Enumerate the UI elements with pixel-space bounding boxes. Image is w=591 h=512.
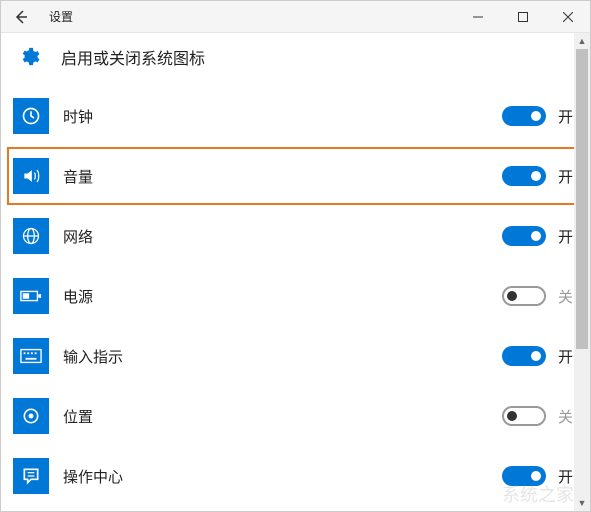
close-icon	[563, 12, 573, 22]
setting-row-network: 网络 开	[13, 207, 578, 265]
toggle-wrap: 开	[502, 166, 578, 187]
setting-row-volume: 音量 开	[7, 147, 584, 205]
setting-label: 网络	[63, 226, 93, 247]
toggle-knob	[531, 111, 541, 121]
toggle-knob	[507, 411, 517, 421]
toggle-wrap: 开	[502, 466, 578, 487]
maximize-icon	[518, 12, 528, 22]
toggle-location[interactable]	[502, 406, 546, 426]
titlebar: 设置	[1, 1, 590, 33]
toggle-knob	[531, 351, 541, 361]
setting-label: 音量	[63, 166, 93, 187]
setting-label: 操作中心	[63, 466, 123, 487]
scrollbar[interactable]: ▲ ▼	[574, 33, 590, 511]
action-center-icon	[13, 458, 49, 494]
minimize-button[interactable]	[455, 1, 500, 33]
page-header: 启用或关闭系统图标	[1, 33, 590, 87]
volume-icon	[13, 158, 49, 194]
minimize-icon	[473, 12, 483, 22]
toggle-wrap: 开	[502, 346, 578, 367]
clock-icon	[13, 98, 49, 134]
toggle-keyboard[interactable]	[502, 346, 546, 366]
setting-row-power: 电源 关	[13, 267, 578, 325]
back-arrow-icon	[13, 9, 29, 25]
power-icon	[13, 278, 49, 314]
close-button[interactable]	[545, 1, 590, 33]
toggle-power[interactable]	[502, 286, 546, 306]
scroll-thumb[interactable]	[576, 49, 588, 349]
setting-row-keyboard: 输入指示 开	[13, 327, 578, 385]
toggle-wrap: 开	[502, 226, 578, 247]
setting-label: 时钟	[63, 106, 93, 127]
maximize-button[interactable]	[500, 1, 545, 33]
setting-row-location: 位置 关	[13, 387, 578, 445]
scroll-up-icon[interactable]: ▲	[574, 33, 590, 49]
toggle-knob	[531, 471, 541, 481]
toggle-knob	[531, 231, 541, 241]
location-icon	[13, 398, 49, 434]
toggle-volume[interactable]	[502, 166, 546, 186]
toggle-knob	[507, 291, 517, 301]
keyboard-icon	[13, 338, 49, 374]
setting-label: 位置	[63, 406, 93, 427]
page-title: 启用或关闭系统图标	[61, 45, 205, 69]
toggle-wrap: 关	[502, 286, 578, 307]
scroll-down-icon[interactable]: ▼	[574, 495, 590, 511]
toggle-wrap: 开	[502, 106, 578, 127]
setting-label: 电源	[63, 286, 93, 307]
window-title: 设置	[49, 8, 73, 25]
setting-row-clock: 时钟 开	[13, 87, 578, 145]
toggle-clock[interactable]	[502, 106, 546, 126]
setting-row-action-center: 操作中心 开	[13, 447, 578, 505]
setting-label: 输入指示	[63, 346, 123, 367]
toggle-knob	[531, 171, 541, 181]
back-button[interactable]	[1, 1, 41, 33]
toggle-action-center[interactable]	[502, 466, 546, 486]
window-controls	[455, 1, 590, 33]
toggle-network[interactable]	[502, 226, 546, 246]
toggle-wrap: 关	[502, 406, 578, 427]
network-icon	[13, 218, 49, 254]
system-icons-list: 时钟开音量开网络开电源关输入指示开位置关操作中心开	[1, 87, 590, 505]
gear-icon	[17, 45, 41, 69]
